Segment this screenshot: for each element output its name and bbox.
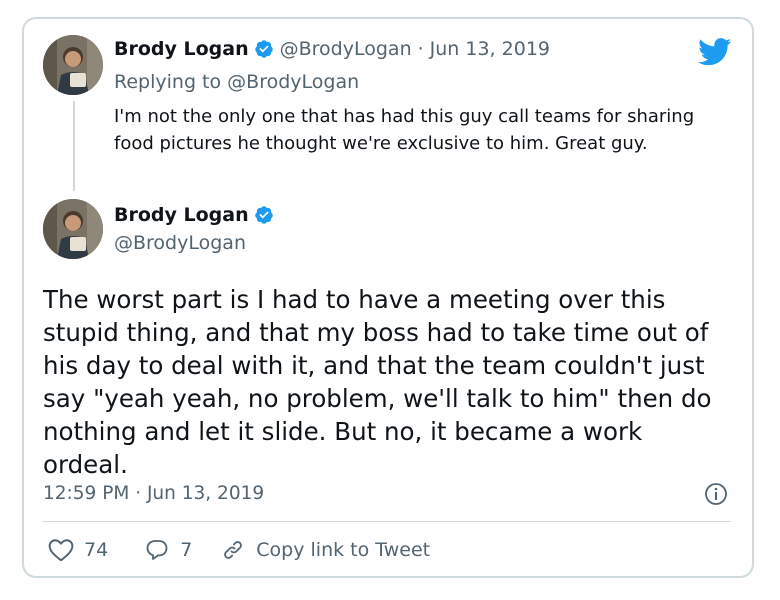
thread-connector-line <box>73 101 75 191</box>
divider <box>43 521 731 522</box>
reply-count: 7 <box>180 539 193 561</box>
parent-tweet-header: Brody Logan @BrodyLogan · Jun 13, 2019 <box>114 37 550 61</box>
heart-icon <box>48 539 74 562</box>
separator-dot: · <box>417 38 424 60</box>
verified-badge-icon <box>254 40 273 58</box>
reply-button[interactable]: 7 <box>144 538 192 562</box>
main-tweet-author: Brody Logan <box>114 203 280 227</box>
replying-to-line: Replying to @BrodyLogan <box>114 70 359 94</box>
replying-to-mention[interactable]: @BrodyLogan <box>227 71 359 93</box>
avatar[interactable] <box>43 35 103 95</box>
tweet-timestamp[interactable]: 12:59 PM · Jun 13, 2019 <box>43 482 264 506</box>
author-name[interactable]: Brody Logan <box>114 37 249 61</box>
main-tweet-text: The worst part is I had to have a meetin… <box>43 285 712 479</box>
verified-badge-icon <box>254 206 273 224</box>
info-icon[interactable] <box>704 482 728 506</box>
parent-tweet-text: I'm not the only one that has had this g… <box>114 106 695 154</box>
like-count: 74 <box>84 539 109 561</box>
link-icon <box>224 541 243 559</box>
replying-prefix: Replying to <box>114 71 222 93</box>
twitter-bird-icon[interactable] <box>698 38 732 66</box>
reply-bubble-icon <box>146 540 168 560</box>
avatar[interactable] <box>43 199 103 259</box>
author-handle[interactable]: @BrodyLogan <box>114 231 246 255</box>
copy-link-button[interactable]: Copy link to Tweet <box>220 538 430 562</box>
tweet-date[interactable]: Jun 13, 2019 <box>430 37 550 61</box>
author-handle[interactable]: @BrodyLogan <box>280 37 412 61</box>
like-button[interactable]: 74 <box>48 538 108 562</box>
copy-link-label: Copy link to Tweet <box>256 539 431 561</box>
author-name[interactable]: Brody Logan <box>114 203 249 227</box>
tweet-actions: 74 7 Copy link to Tweet <box>48 538 430 562</box>
